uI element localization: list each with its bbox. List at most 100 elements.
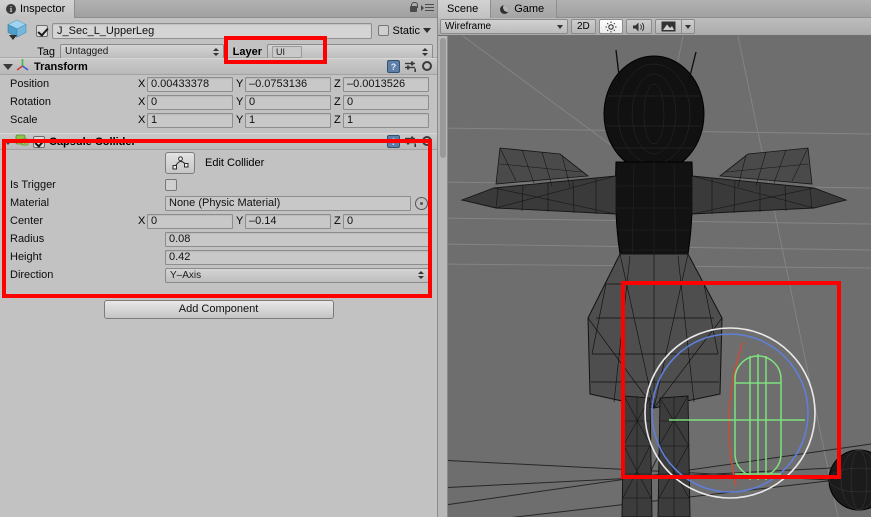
axis-label-x: X [138,78,146,90]
inspector-panel: i Inspector J_Sec_L_UpperLeg Static Tag … [0,0,438,517]
rotation-x-field[interactable]: 0 [147,94,233,110]
scale-y-field[interactable]: 1 [245,112,331,128]
preset-slider-icon[interactable] [404,135,417,148]
edit-collider-row: Edit Collider [0,150,437,176]
chevron-down-icon [684,24,691,29]
tag-value: Untagged [65,46,109,57]
help-book-icon[interactable]: ? [387,60,400,73]
tag-dropdown[interactable]: Untagged [60,44,224,59]
axis-label-y: Y [236,215,244,227]
image-effects-icon [661,21,676,32]
object-picker-icon[interactable] [415,196,428,210]
scale-fields: X 1 Y 1 Z 1 [135,112,437,128]
scene-effects-toggle[interactable] [654,19,681,34]
position-x-field[interactable]: 0.00433378 [147,76,233,92]
add-component-button[interactable]: Add Component [103,300,334,319]
center-fields: X 0 Y –0.14 Z 0 [135,213,437,229]
chevron-down-icon [557,25,563,29]
scene-effects-dropdown[interactable] [680,19,695,34]
height-field[interactable]: 0.42 [165,249,429,265]
capsule-collider-header[interactable]: Capsule Collider ? [0,133,437,150]
gameobject-name-field[interactable]: J_Sec_L_UpperLeg [52,22,373,39]
position-fields: X 0.00433378 Y –0.0753136 Z –0.0013526 [135,76,437,92]
axis-label-z: Z [334,215,341,227]
scale-x-field[interactable]: 1 [147,112,233,128]
is-trigger-row: Is Trigger [0,176,437,194]
tab-game-label: Game [514,3,545,15]
sun-lighting-icon [605,21,617,32]
foldout-arrow-icon[interactable] [3,138,13,145]
center-z-field[interactable]: 0 [343,213,429,229]
updown-arrows-icon [418,271,424,279]
material-label: Material [10,197,50,209]
updown-arrows-icon [422,47,428,56]
direction-label: Direction [10,269,54,281]
scale-z-field[interactable]: 1 [343,112,429,128]
scene-audio-toggle[interactable] [625,19,652,34]
material-object-field[interactable]: None (Physic Material) [165,195,411,211]
scene-tabstrip: Scene Game [438,0,871,18]
center-y-field[interactable]: –0.14 [245,213,331,229]
scene-viewport[interactable] [438,36,871,517]
axis-label-y: Y [236,78,244,90]
axis-label-z: Z [334,114,341,126]
capsule-collider-header-actions: ? [387,135,434,148]
gameobject-enabled-checkbox[interactable] [36,24,48,37]
gear-icon[interactable] [421,60,434,73]
gear-icon[interactable] [421,135,434,148]
static-checkbox[interactable] [378,25,390,36]
help-book-icon[interactable]: ? [387,135,400,148]
position-z-field[interactable]: –0.0013526 [343,76,429,92]
layer-label: Layer [232,45,262,58]
scene-lighting-toggle[interactable] [598,19,623,34]
gameobject-header-row: J_Sec_L_UpperLeg Static [4,19,433,43]
rotation-fields: X 0 Y 0 Z 0 [135,94,437,110]
game-object-cube-icon [6,19,30,43]
rotation-z-field[interactable]: 0 [343,94,429,110]
direction-row: Direction Y–Axis [0,266,437,284]
direction-value: Y–Axis [170,269,202,281]
collider-component-icon [15,133,29,150]
center-row: Center X 0 Y –0.14 Z 0 [0,212,437,230]
static-toggle-group[interactable]: Static [378,25,433,37]
tab-scene[interactable]: Scene [438,0,492,18]
is-trigger-checkbox[interactable] [165,179,177,191]
transform-header[interactable]: Transform ? [0,58,437,75]
static-label: Static [392,24,420,37]
chevron-down-icon[interactable] [423,28,431,33]
rotation-label: Rotation [10,96,51,108]
tab-inspector[interactable]: i Inspector [0,0,76,18]
capsule-collider-enabled-checkbox[interactable] [33,135,45,148]
inspector-tabstrip: i Inspector [0,0,437,18]
foldout-arrow-icon[interactable] [3,63,13,70]
center-x-field[interactable]: 0 [147,213,233,229]
edit-collider-button[interactable] [165,152,195,174]
draw-mode-value: Wireframe [445,21,492,32]
component-capsule-collider: Capsule Collider ? Edit Collider Is Trig… [0,133,437,288]
speaker-audio-icon [632,22,644,31]
tab-scene-label: Scene [447,3,479,15]
transform-row-position: Position X 0.00433378 Y –0.0753136 Z –0.… [0,75,437,93]
layer-value: UI [272,45,302,58]
direction-dropdown[interactable]: Y–Axis [165,267,429,283]
game-moon-icon [500,4,510,14]
radius-field[interactable]: 0.08 [165,231,429,247]
add-component-area: Add Component [0,288,437,319]
radius-row: Radius 0.08 [0,230,437,248]
draw-mode-dropdown[interactable]: Wireframe [440,19,568,34]
toggle-2d-button[interactable]: 2D [571,19,596,34]
axis-label-z: Z [334,96,341,108]
radius-label: Radius [10,233,45,245]
axis-label-x: X [138,96,146,108]
preset-slider-icon[interactable] [404,60,417,73]
tab-inspector-label: Inspector [20,3,66,15]
capsule-collider-title: Capsule Collider [49,135,136,148]
position-y-field[interactable]: –0.0753136 [245,76,331,92]
material-row: Material None (Physic Material) [0,194,437,212]
hamburger-menu-icon[interactable] [421,3,434,12]
layer-dropdown[interactable]: UI [267,44,433,59]
lock-icon[interactable] [409,2,418,13]
tab-game[interactable]: Game [491,0,558,18]
rotation-y-field[interactable]: 0 [245,94,331,110]
scene-vertical-scrollbar[interactable] [438,36,448,517]
